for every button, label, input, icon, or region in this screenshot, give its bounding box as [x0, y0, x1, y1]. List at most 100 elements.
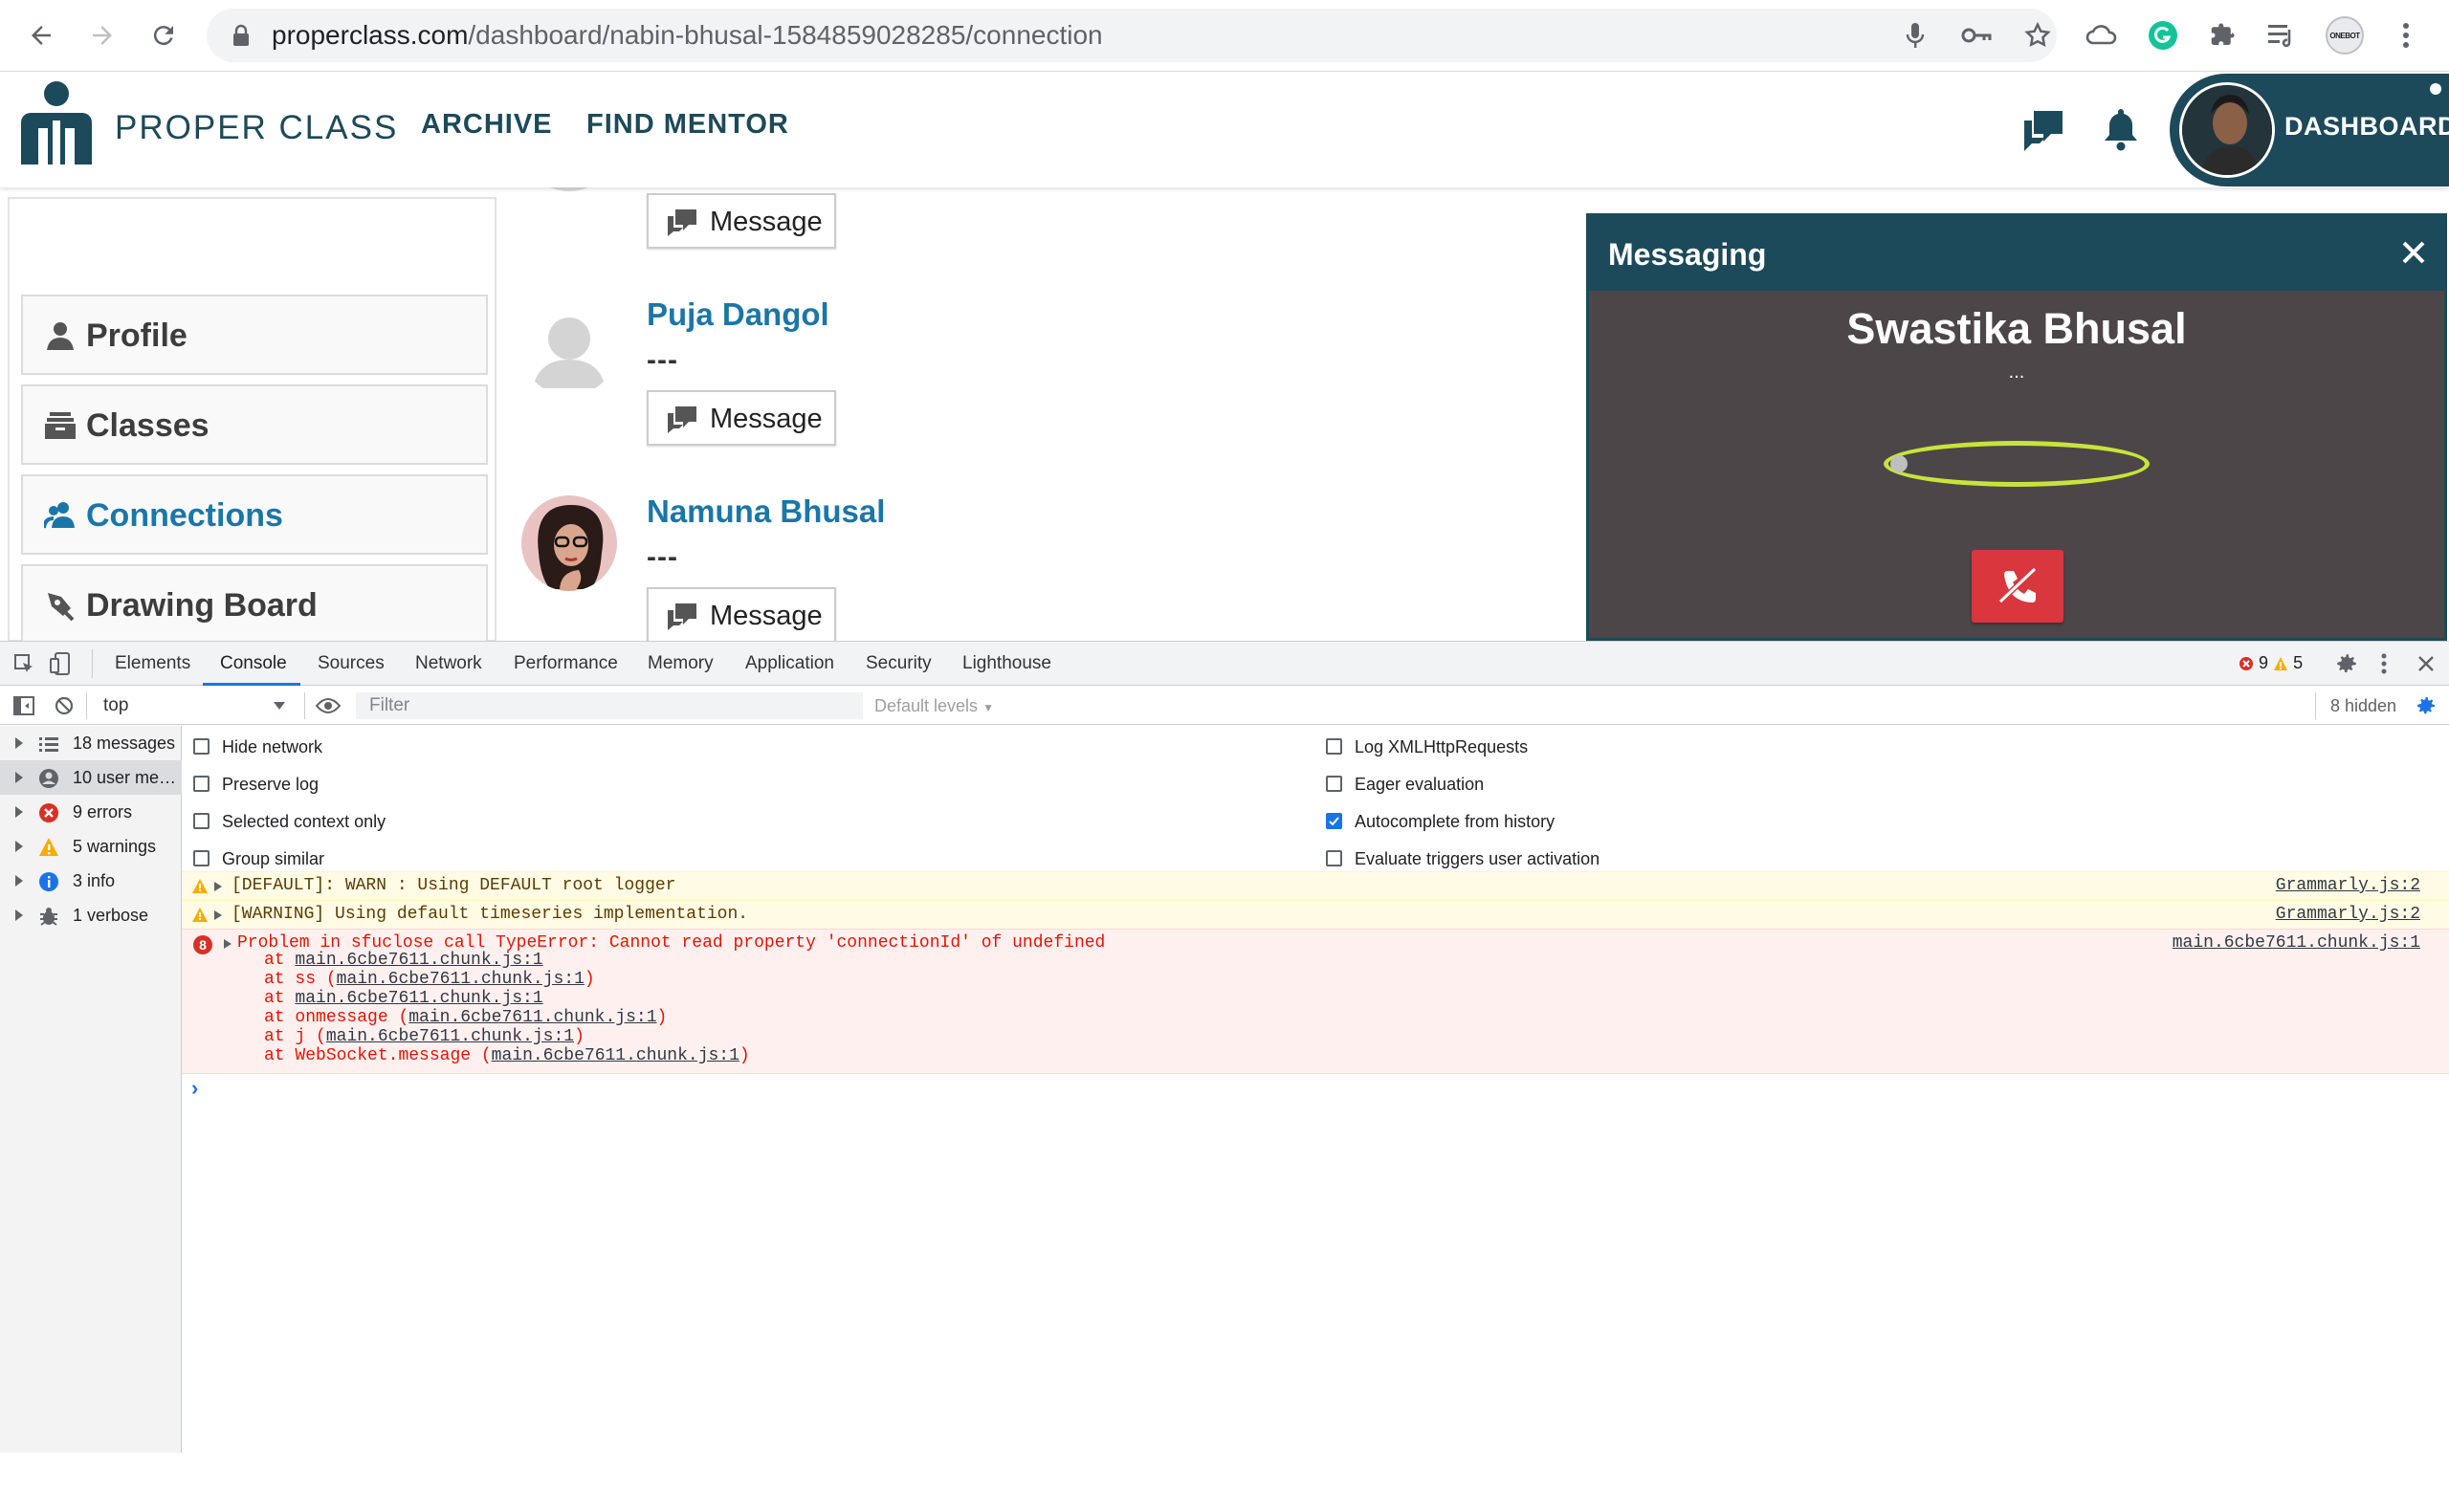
checkbox-box — [193, 776, 210, 792]
tab-memory[interactable]: Memory — [648, 653, 714, 674]
tab-performance[interactable]: Performance — [514, 653, 618, 674]
device-toolbar-icon[interactable] — [50, 651, 73, 676]
tab-lighthouse[interactable]: Lighthouse — [962, 653, 1051, 674]
archive-box-icon — [45, 412, 76, 439]
messages-icon[interactable] — [2022, 107, 2066, 151]
filter-input[interactable] — [356, 692, 863, 719]
chat-bubbles-icon — [668, 603, 696, 630]
tab-network[interactable]: Network — [415, 653, 482, 674]
reading-list-icon[interactable] — [2261, 15, 2302, 55]
message-button[interactable]: Message — [647, 193, 836, 249]
expand-arrow-icon[interactable] — [224, 939, 232, 949]
url-text[interactable]: properclass.com/dashboard/nabin-bhusal-1… — [272, 9, 1103, 62]
back-button[interactable] — [19, 13, 63, 57]
tab-console[interactable]: Console — [220, 653, 287, 674]
proper-class-logo[interactable] — [19, 80, 94, 172]
console-input-area[interactable]: › — [182, 1074, 2449, 1453]
kebab-menu-icon[interactable] — [2380, 651, 2388, 676]
tab-elements[interactable]: Elements — [115, 653, 190, 674]
sidebar-item-errors[interactable]: 9 errors — [0, 795, 182, 829]
stack-location[interactable]: main.6cbe7611.chunk.js:1 — [337, 970, 585, 989]
stack-at: at — [264, 970, 285, 989]
lock-icon[interactable] — [224, 18, 258, 53]
key-icon[interactable] — [1959, 18, 1994, 53]
stack-frame: at main.6cbe7611.chunk.js:1 — [264, 951, 543, 970]
expand-arrow-icon[interactable] — [214, 910, 222, 920]
stack-location[interactable]: main.6cbe7611.chunk.js:1 — [326, 1027, 574, 1046]
message-button[interactable]: Message — [647, 390, 836, 446]
log-source-link[interactable]: Grammarly.js:2 — [2276, 905, 2420, 924]
hang-up-button[interactable] — [1972, 550, 2063, 623]
console-log-row[interactable]: [DEFAULT]: WARN : Using DEFAULT root log… — [182, 871, 2449, 900]
address-bar[interactable]: properclass.com/dashboard/nabin-bhusal-1… — [207, 9, 2057, 62]
connection-name[interactable]: Namuna Bhusal — [647, 493, 885, 530]
grammarly-icon[interactable] — [2143, 15, 2183, 55]
sidebar-item-warnings[interactable]: 5 warnings — [0, 829, 182, 864]
sidebar-item-classes[interactable]: Classes — [21, 384, 488, 465]
connection-avatar[interactable] — [521, 300, 617, 396]
forward-button[interactable] — [80, 13, 124, 57]
tab-application[interactable]: Application — [745, 653, 834, 674]
default-avatar-icon — [533, 318, 606, 388]
connection-name[interactable]: Puja Dangol — [647, 296, 829, 333]
sidebar-item-connections[interactable]: Connections — [21, 474, 488, 555]
toolbar-divider — [86, 692, 87, 719]
inspect-element-icon[interactable] — [13, 653, 36, 676]
connection-avatar[interactable] — [521, 495, 617, 591]
expand-arrow-icon[interactable] — [214, 882, 222, 891]
issue-counter[interactable]: 9 5 — [2239, 653, 2303, 673]
sidebar-item-label: Connections — [86, 497, 283, 534]
close-devtools-icon[interactable] — [2416, 654, 2436, 673]
console-error-row[interactable]: 8 Problem in sfuclose call TypeError: Ca… — [182, 929, 2449, 1074]
user-avatar[interactable] — [2179, 82, 2275, 178]
sidebar-item-profile[interactable]: Profile — [21, 295, 488, 375]
console-settings-icon[interactable] — [2415, 694, 2438, 717]
puzzle-icon[interactable] — [2202, 15, 2242, 55]
sidebar-item-drawing-board[interactable]: Drawing Board — [21, 564, 488, 645]
star-icon[interactable] — [2020, 18, 2055, 53]
reload-button[interactable] — [142, 13, 186, 57]
brand-name[interactable]: PROPER CLASS — [115, 109, 398, 147]
checkbox-box — [1326, 776, 1342, 792]
sidebar-item-verbose[interactable]: 1 verbose — [0, 898, 182, 932]
stack-location[interactable]: main.6cbe7611.chunk.js:1 — [408, 1008, 656, 1027]
profile-avatar[interactable]: ONEBOT — [2325, 15, 2365, 55]
log-source-link[interactable]: Grammarly.js:2 — [2276, 876, 2420, 895]
stack-location[interactable]: main.6cbe7611.chunk.js:1 — [295, 951, 542, 970]
warning-icon — [39, 838, 58, 856]
messaging-title: Messaging — [1608, 237, 1767, 272]
expand-arrow-icon — [15, 875, 23, 887]
close-icon[interactable] — [2396, 235, 2431, 270]
sidebar-item-label: 5 warnings — [73, 837, 157, 856]
microphone-icon[interactable] — [1898, 18, 1932, 53]
gear-icon[interactable] — [2334, 651, 2359, 676]
message-button[interactable]: Message — [647, 587, 836, 641]
log-source-link[interactable]: main.6cbe7611.chunk.js:1 — [2173, 933, 2420, 953]
checkbox-box-checked — [1326, 813, 1342, 829]
nav-find-mentor[interactable]: FIND MENTOR — [586, 109, 789, 141]
notification-bell-icon[interactable] — [2101, 105, 2141, 151]
nav-archive[interactable]: ARCHIVE — [421, 109, 553, 141]
dashboard-button[interactable]: DASHBOARD — [2170, 74, 2449, 186]
stack-location[interactable]: main.6cbe7611.chunk.js:1 — [492, 1046, 739, 1065]
checkbox-box — [193, 813, 210, 829]
sidebar-item-messages[interactable]: 18 messages — [0, 726, 182, 760]
error-count: 9 — [2259, 653, 2269, 672]
console-log-row[interactable]: [WARNING] Using default timeseries imple… — [182, 900, 2449, 929]
sidebar-item-info[interactable]: 3 info — [0, 864, 182, 898]
log-levels-dropdown[interactable]: Default levels ▼ — [874, 696, 994, 716]
checkbox-label: Log XMLHttpRequests — [1355, 737, 1529, 756]
online-indicator — [2430, 83, 2441, 95]
clear-console-icon[interactable] — [54, 695, 75, 716]
stack-location[interactable]: main.6cbe7611.chunk.js:1 — [295, 989, 542, 1008]
context-select[interactable]: top — [92, 692, 291, 719]
eye-icon[interactable] — [316, 696, 341, 715]
devtools-tabbar: Elements Console Sources Network Perform… — [0, 642, 2449, 686]
sidebar-item-user-messages[interactable]: 10 user me… — [0, 760, 182, 795]
tab-security[interactable]: Security — [866, 653, 932, 674]
extension-cloud-icon[interactable] — [2082, 15, 2122, 55]
sidebar-toggle-icon[interactable] — [13, 695, 34, 716]
chrome-menu-icon[interactable] — [2386, 15, 2426, 55]
warning-icon — [192, 908, 208, 922]
tab-sources[interactable]: Sources — [318, 653, 385, 674]
